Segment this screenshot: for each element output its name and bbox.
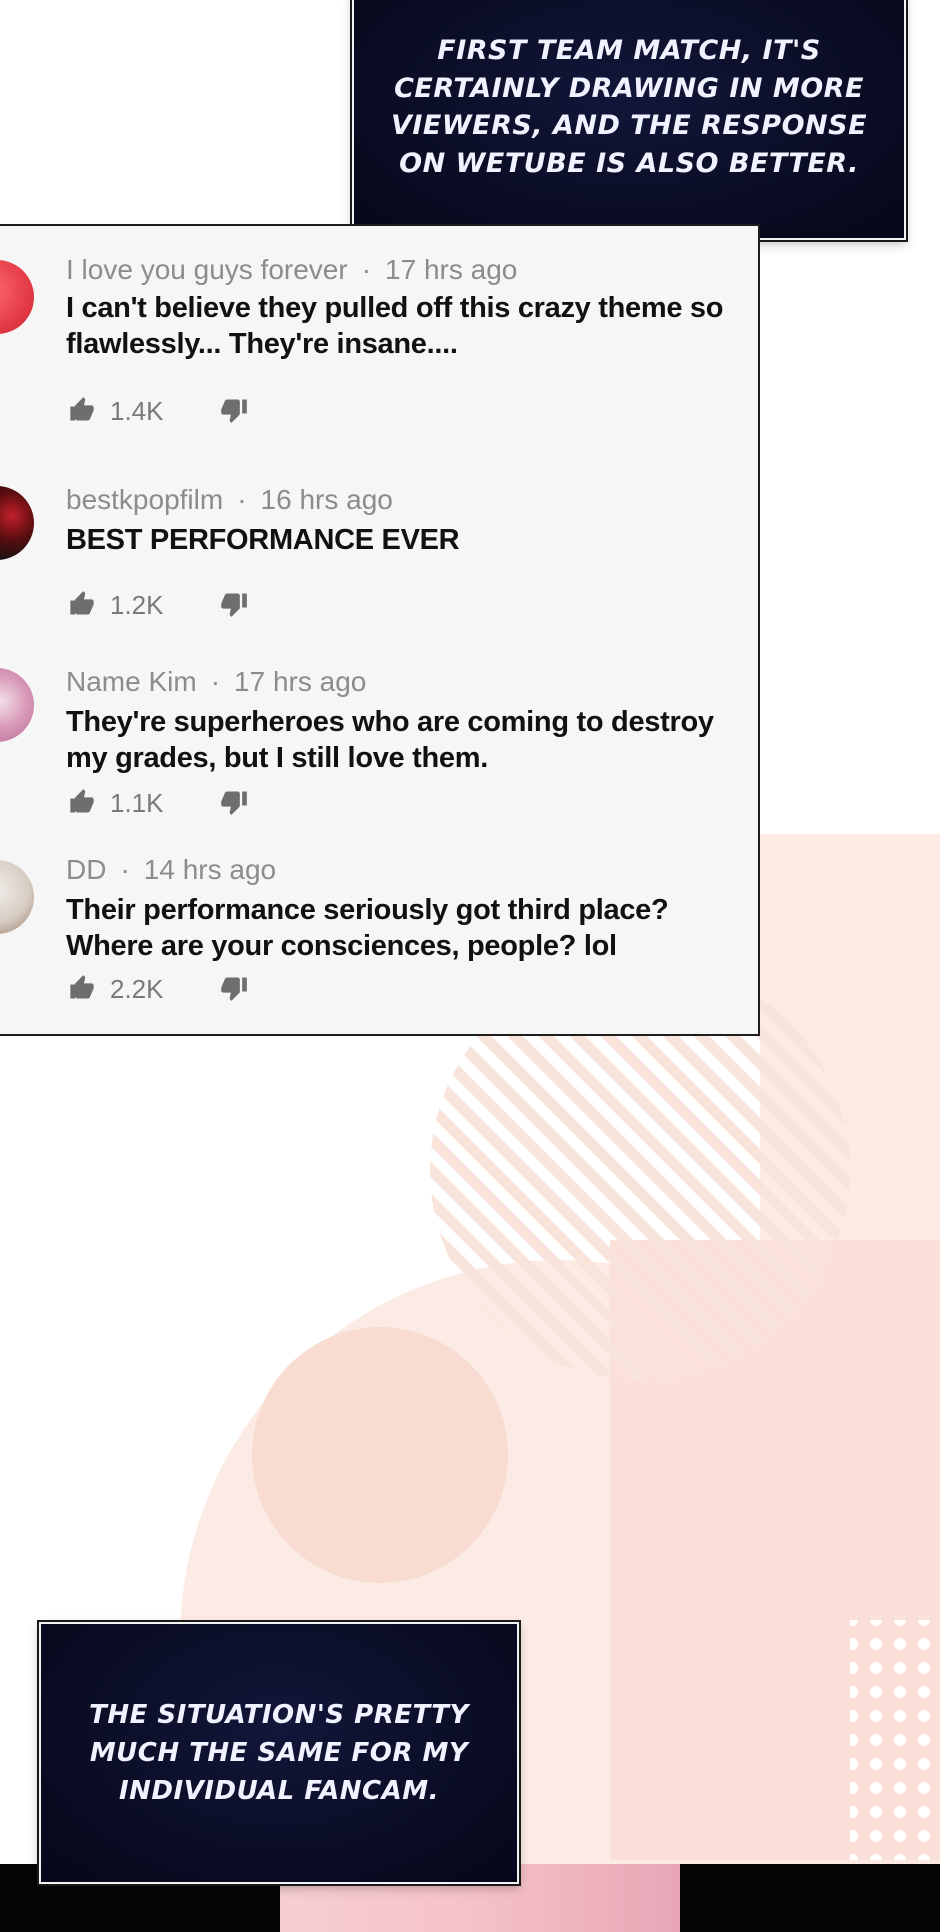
thumbs-up-icon[interactable] — [68, 396, 96, 424]
thumbs-up-icon[interactable] — [68, 974, 96, 1002]
caption-text: THE SITUATION'S PRETTY MUCH THE SAME FOR… — [89, 1700, 469, 1806]
comment-time: 17 hrs ago — [385, 254, 518, 285]
comments-panel: I love you guys forever · 17 hrs ago I can… — [0, 224, 760, 1036]
narration-caption-bottom: THE SITUATION'S PRETTY MUCH THE SAME FOR… — [39, 1622, 519, 1884]
thumbs-down-icon[interactable] — [220, 396, 248, 424]
meta-separator: · — [120, 854, 130, 885]
thumbs-down-icon[interactable] — [220, 974, 248, 1002]
comment-meta: Name Kim · 17 hrs ago — [66, 666, 366, 698]
avatar[interactable] — [0, 860, 34, 934]
thumbs-down-icon[interactable] — [220, 590, 248, 618]
thumbs-up-icon[interactable] — [68, 788, 96, 816]
avatar[interactable] — [0, 668, 34, 742]
meta-separator: · — [361, 254, 372, 285]
comment-author[interactable]: bestkpopfilm — [66, 484, 223, 515]
avatar[interactable] — [0, 486, 34, 560]
comment-author[interactable]: DD — [66, 854, 106, 885]
comment-meta: DD · 14 hrs ago — [66, 854, 276, 886]
like-count: 1.1K — [110, 788, 164, 818]
comment-time: 14 hrs ago — [143, 854, 277, 885]
thumbs-up-icon[interactable] — [68, 590, 96, 618]
comment-text: I can't believe they pulled off this cra… — [66, 292, 724, 360]
comment-time: 17 hrs ago — [234, 666, 367, 697]
like-count: 1.2K — [110, 590, 164, 620]
comment-text: Their performance seriously got third pl… — [66, 894, 669, 962]
avatar[interactable] — [0, 260, 34, 334]
narration-caption-top: FIRST TEAM MATCH, IT'S CERTAINLY DRAWING… — [352, 0, 906, 240]
thumbs-down-icon[interactable] — [220, 788, 248, 816]
comment-meta: I love you guys forever · 17 hrs ago — [66, 254, 517, 286]
like-count: 2.2K — [110, 974, 164, 1004]
comment-meta: bestkpopfilm · 16 hrs ago — [66, 484, 393, 516]
comment-author[interactable]: I love you guys forever — [66, 254, 348, 285]
comment-text: They're superheroes who are coming to de… — [66, 706, 714, 774]
caption-text: FIRST TEAM MATCH, IT'S CERTAINLY DRAWING… — [390, 35, 868, 179]
like-count: 1.4K — [110, 396, 164, 426]
meta-separator: · — [210, 666, 221, 697]
comment-time: 16 hrs ago — [260, 484, 393, 515]
comment-author[interactable]: Name Kim — [66, 666, 197, 697]
comment-text: BEST PERFORMANCE EVER — [66, 524, 460, 556]
meta-separator: · — [237, 484, 247, 515]
